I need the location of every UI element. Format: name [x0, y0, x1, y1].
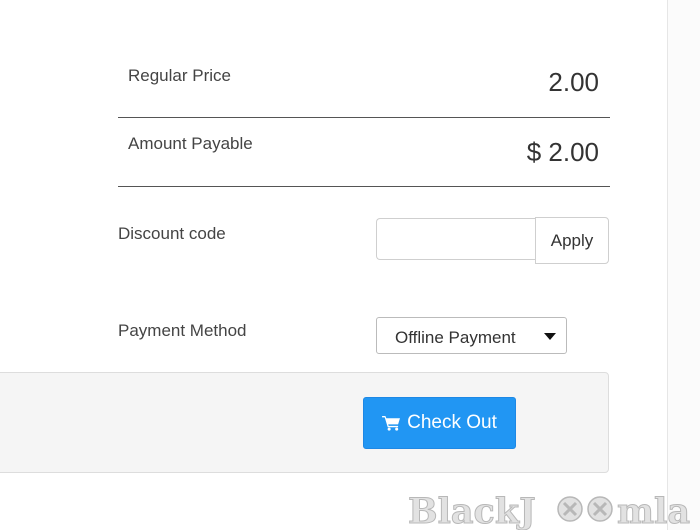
amount-payable-value: $ 2.00 [526, 137, 599, 167]
discount-code-label: Discount code [118, 224, 226, 243]
watermark-text-end: mla [617, 491, 690, 530]
regular-price-value: 2.00 [548, 67, 599, 97]
watermark-text-start: BlackJ [408, 491, 536, 530]
discount-code-input[interactable] [376, 218, 536, 260]
regular-price-row: Regular Price 2.00 [118, 49, 610, 118]
regular-price-label: Regular Price [128, 66, 231, 85]
apply-button[interactable]: Apply [535, 217, 609, 264]
caret-down-icon [544, 333, 556, 340]
payment-method-select[interactable]: Offline Payment [376, 317, 567, 354]
checkout-panel [0, 372, 609, 473]
check-out-label: Check Out [407, 412, 497, 433]
shopping-cart-icon [382, 415, 401, 431]
blackjoomla-watermark: BlackJ mla [406, 490, 696, 530]
payment-method-selected: Offline Payment [395, 328, 516, 347]
check-out-button[interactable]: Check Out [363, 397, 516, 449]
joomla-logo-icon [557, 496, 613, 522]
amount-payable-row: Amount Payable $ 2.00 [118, 117, 610, 187]
page-edge-panel [667, 0, 700, 530]
amount-payable-label: Amount Payable [128, 134, 253, 153]
payment-method-label: Payment Method [118, 321, 247, 340]
